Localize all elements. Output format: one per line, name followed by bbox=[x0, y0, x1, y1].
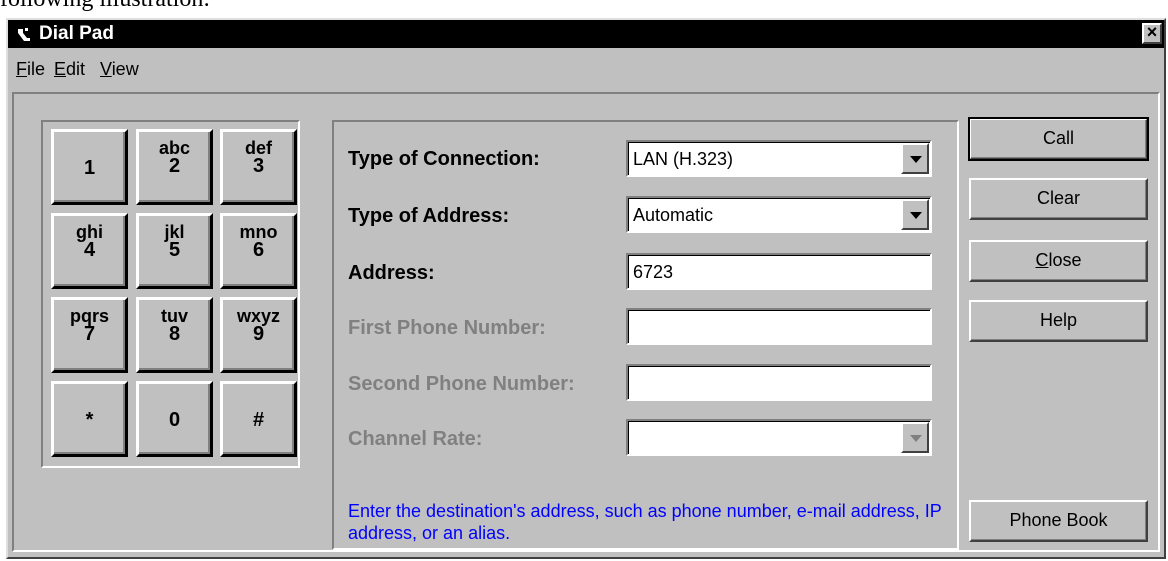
key-digit: * bbox=[85, 409, 94, 431]
document-text: following illustration: bbox=[0, 0, 210, 13]
keypad: 1 abc 2 def 3 ghi 4 jkl 5 mno 6 pqrs 7 t… bbox=[41, 120, 300, 468]
first-phone-input[interactable] bbox=[626, 308, 932, 345]
key-letters: ghi bbox=[76, 222, 103, 242]
address-type-label: Type of Address: bbox=[348, 205, 510, 227]
key-1[interactable]: 1 bbox=[51, 129, 128, 205]
key-digit: 8 bbox=[168, 323, 181, 345]
key-letters: jkl bbox=[164, 222, 185, 242]
menu-view[interactable]: View bbox=[100, 59, 139, 80]
address-label: Address: bbox=[348, 262, 435, 284]
key-letters: tuv bbox=[161, 306, 188, 326]
key-digit: 7 bbox=[83, 323, 96, 345]
key-letters: mno bbox=[239, 222, 278, 242]
connection-type-dropdown-button[interactable] bbox=[901, 143, 929, 174]
key-letters: def bbox=[245, 138, 272, 158]
chevron-down-icon bbox=[910, 435, 922, 442]
key-letters: wxyz bbox=[236, 306, 281, 326]
close-accel: C bbox=[1035, 250, 1049, 270]
connection-type-value: LAN (H.323) bbox=[633, 149, 734, 169]
address-type-value: Automatic bbox=[633, 205, 714, 225]
phone-book-button[interactable]: Phone Book bbox=[969, 500, 1148, 542]
key-6[interactable]: mno 6 bbox=[220, 213, 297, 289]
chevron-down-icon bbox=[910, 212, 922, 219]
address-hint: Enter the destination's address, such as… bbox=[348, 501, 942, 543]
key-3[interactable]: def 3 bbox=[220, 129, 297, 205]
key-digit: 9 bbox=[252, 323, 265, 345]
menu-edit-accel: E bbox=[54, 59, 67, 79]
menu-file[interactable]: File bbox=[16, 59, 45, 80]
key-digit: 0 bbox=[168, 409, 181, 431]
key-digit: 3 bbox=[252, 155, 265, 177]
key-0[interactable]: 0 bbox=[136, 381, 213, 457]
second-phone-input[interactable] bbox=[626, 364, 932, 401]
help-button[interactable]: Help bbox=[969, 300, 1148, 342]
key-digit: 4 bbox=[83, 239, 96, 261]
key-digit: 1 bbox=[83, 157, 96, 179]
channel-rate-label: Channel Rate: bbox=[348, 428, 483, 450]
key-4[interactable]: ghi 4 bbox=[51, 213, 128, 289]
address-type-select[interactable]: Automatic bbox=[626, 196, 932, 233]
window-title: Dial Pad bbox=[39, 23, 114, 44]
title-bar[interactable]: Dial Pad × bbox=[8, 20, 1164, 48]
key-digit: 5 bbox=[168, 239, 181, 261]
key-8[interactable]: tuv 8 bbox=[136, 297, 213, 373]
key-digit: # bbox=[252, 409, 265, 431]
key-star[interactable]: * bbox=[51, 381, 128, 457]
key-9[interactable]: wxyz 9 bbox=[220, 297, 297, 373]
dial-pad-window: Dial Pad × File Edit View 1 abc 2 def 3 … bbox=[6, 18, 1166, 559]
second-phone-label: Second Phone Number: bbox=[348, 373, 575, 395]
connection-form: Type of Connection: LAN (H.323) Type of … bbox=[332, 120, 959, 550]
client-area: 1 abc 2 def 3 ghi 4 jkl 5 mno 6 pqrs 7 t… bbox=[12, 92, 1160, 552]
clear-button[interactable]: Clear bbox=[969, 178, 1148, 220]
menu-file-label: ile bbox=[27, 59, 46, 79]
phone-icon bbox=[18, 28, 30, 41]
channel-rate-select[interactable] bbox=[626, 419, 932, 456]
menu-edit[interactable]: Edit bbox=[54, 59, 85, 80]
address-type-dropdown-button[interactable] bbox=[901, 199, 929, 230]
close-window-button[interactable]: × bbox=[1142, 23, 1162, 44]
key-hash[interactable]: # bbox=[220, 381, 297, 457]
close-label: lose bbox=[1048, 250, 1082, 270]
menu-bar: File Edit View bbox=[8, 50, 1164, 84]
address-input[interactable]: 6723 bbox=[626, 253, 932, 290]
menu-edit-label: dit bbox=[66, 59, 86, 79]
key-digit: 6 bbox=[252, 239, 265, 261]
first-phone-label: First Phone Number: bbox=[348, 317, 546, 339]
call-button[interactable]: Call bbox=[968, 117, 1149, 161]
address-value: 6723 bbox=[633, 262, 674, 282]
menu-view-label: iew bbox=[111, 59, 139, 79]
key-2[interactable]: abc 2 bbox=[136, 129, 213, 205]
chevron-down-icon bbox=[910, 156, 922, 163]
key-5[interactable]: jkl 5 bbox=[136, 213, 213, 289]
menu-view-accel: V bbox=[100, 59, 112, 79]
channel-rate-dropdown-button[interactable] bbox=[901, 422, 929, 453]
menu-file-accel: F bbox=[16, 59, 27, 79]
key-letters: abc bbox=[158, 138, 191, 158]
key-7[interactable]: pqrs 7 bbox=[51, 297, 128, 373]
key-letters: pqrs bbox=[69, 306, 109, 326]
connection-type-select[interactable]: LAN (H.323) bbox=[626, 140, 932, 177]
key-digit: 2 bbox=[168, 155, 181, 177]
close-button[interactable]: Close bbox=[969, 240, 1148, 282]
connection-type-label: Type of Connection: bbox=[348, 148, 540, 170]
